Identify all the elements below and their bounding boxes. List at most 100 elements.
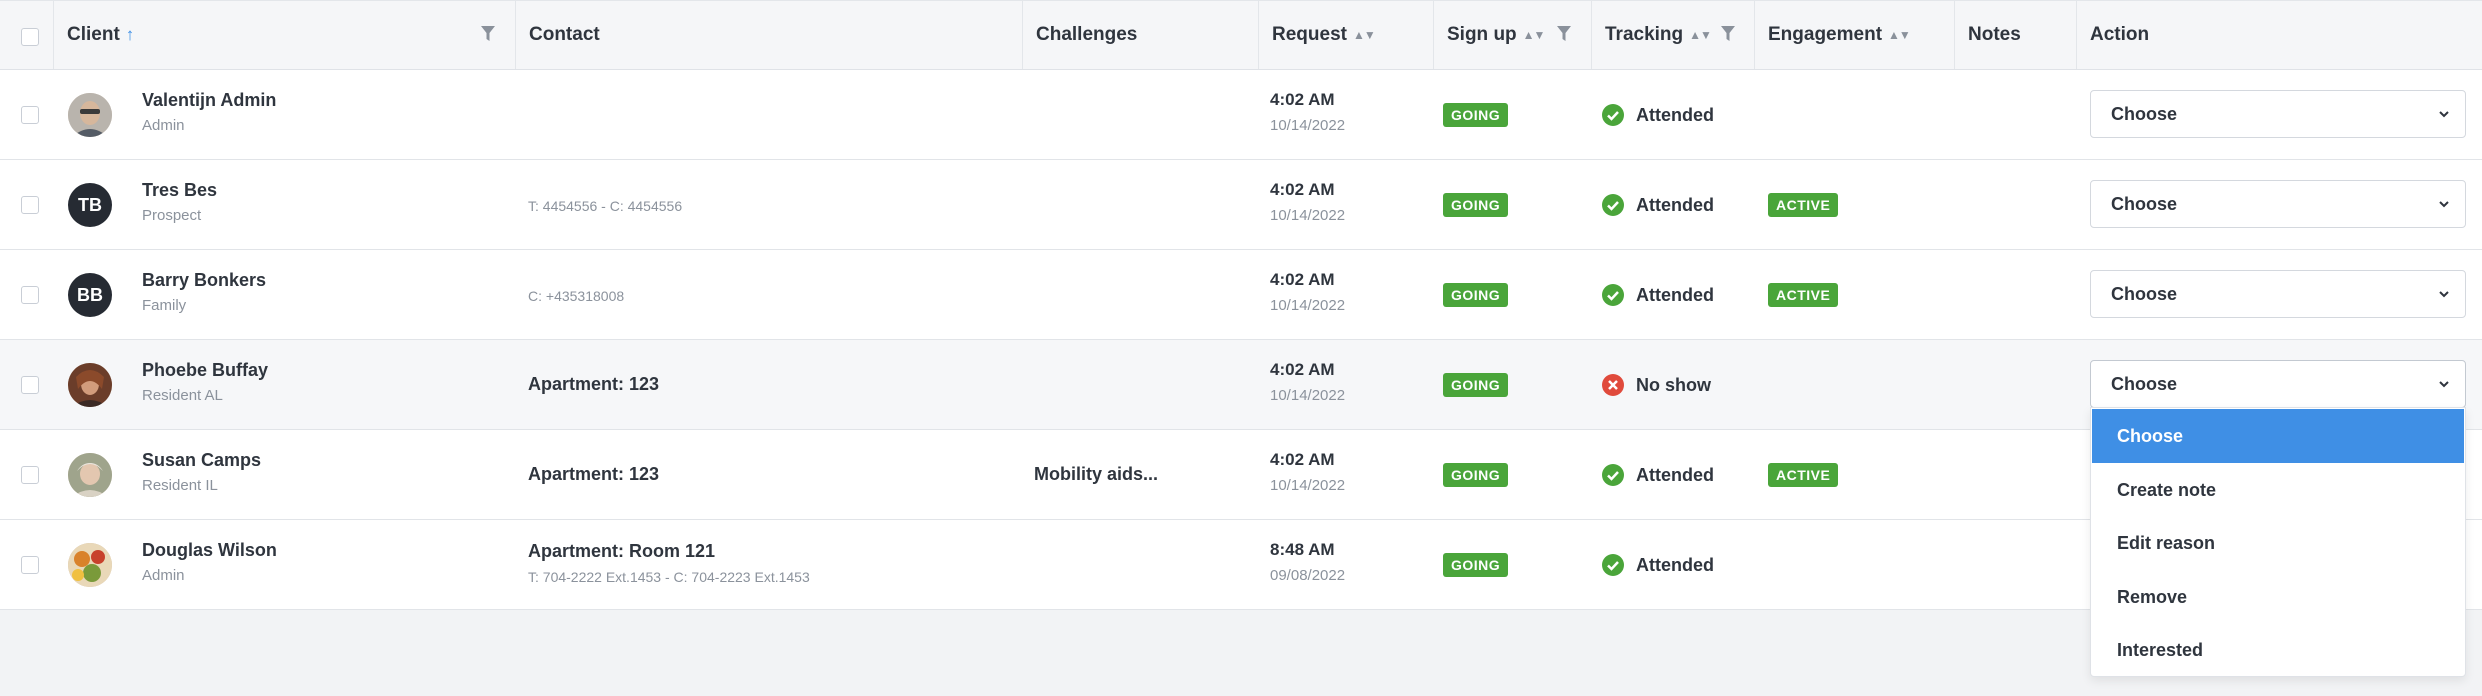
client-filter-icon[interactable]	[481, 26, 495, 42]
avatar	[68, 453, 112, 497]
tracking-status: Attended	[1636, 285, 1714, 305]
header-request-label: Request	[1272, 24, 1347, 45]
request-time: 4:02 AM	[1270, 90, 1335, 109]
action-select[interactable]: Choose	[2090, 270, 2466, 318]
header-notes: Notes	[1954, 1, 2076, 69]
signup-badge: GOING	[1443, 103, 1509, 127]
action-select-value: Choose	[2111, 194, 2178, 214]
avatar	[68, 363, 112, 407]
client-name[interactable]: Phoebe Buffay	[142, 360, 268, 381]
tracking-status: Attended	[1636, 105, 1714, 125]
chevron-down-icon	[2439, 201, 2449, 208]
action-select-value: Choose	[2111, 104, 2178, 124]
request-date: 10/14/2022	[1270, 477, 1346, 494]
header-challenges: Challenges	[1022, 1, 1258, 69]
client-role: Prospect	[142, 207, 202, 224]
signup-badge: GOING	[1443, 553, 1509, 577]
request-date: 10/14/2022	[1270, 387, 1346, 404]
contact-apartment: Apartment: Room 121	[528, 541, 716, 561]
action-select[interactable]: Choose	[2090, 90, 2466, 138]
signup-badge: GOING	[1443, 283, 1509, 307]
client-name[interactable]: Susan Camps	[142, 450, 261, 471]
action-dropdown-menu: Choose Create note Edit reason Remove In…	[2090, 407, 2466, 677]
contact-apartment: Apartment: 123	[528, 374, 660, 394]
contact-phone: C: +435318008	[528, 288, 625, 304]
x-circle-icon	[1602, 374, 1624, 396]
check-circle-icon	[1602, 554, 1624, 576]
chevron-down-icon	[2439, 291, 2449, 298]
challenges-text: Mobility aids...	[1034, 464, 1159, 484]
request-date: 10/14/2022	[1270, 117, 1346, 134]
check-circle-icon	[1602, 104, 1624, 126]
client-role: Admin	[142, 567, 185, 584]
client-name[interactable]: Valentijn Admin	[142, 90, 276, 111]
request-time: 4:02 AM	[1270, 270, 1335, 289]
sort-ascending-icon[interactable]: ↑	[126, 25, 134, 45]
header-contact-label: Contact	[529, 24, 600, 45]
sort-icon[interactable]: ▲▼	[1353, 28, 1376, 42]
client-role: Resident AL	[142, 387, 223, 404]
check-circle-icon	[1602, 464, 1624, 486]
client-name[interactable]: Barry Bonkers	[142, 270, 266, 291]
dropdown-option-choose[interactable]: Choose	[2092, 409, 2464, 463]
request-time: 8:48 AM	[1270, 540, 1335, 559]
action-select-value: Choose	[2111, 374, 2178, 394]
request-time: 4:02 AM	[1270, 360, 1335, 379]
row-checkbox[interactable]	[21, 556, 39, 574]
header-signup-label: Sign up	[1447, 24, 1517, 45]
avatar: BB	[68, 273, 112, 317]
select-all-checkbox[interactable]	[21, 28, 39, 46]
signup-filter-icon[interactable]	[1557, 26, 1571, 42]
header-action-label: Action	[2090, 24, 2150, 45]
avatar	[68, 93, 112, 137]
client-name[interactable]: Douglas Wilson	[142, 540, 277, 561]
row-checkbox[interactable]	[21, 376, 39, 394]
client-role: Resident IL	[142, 477, 218, 494]
table-header: Client ↑ Contact Challenges Request ▲▼ S…	[0, 0, 2482, 70]
header-tracking-label: Tracking	[1605, 24, 1684, 45]
engagement-badge: ACTIVE	[1768, 283, 1839, 307]
header-engagement[interactable]: Engagement ▲▼	[1754, 1, 1954, 69]
tracking-status: No show	[1636, 375, 1711, 395]
sort-icon[interactable]: ▲▼	[1523, 28, 1546, 42]
request-date: 09/08/2022	[1270, 567, 1346, 584]
request-date: 10/14/2022	[1270, 297, 1346, 314]
sort-icon[interactable]: ▲▼	[1689, 28, 1712, 42]
row-checkbox[interactable]	[21, 106, 39, 124]
table-row: Valentijn Admin Admin 4:02 AM 10/14/2022…	[0, 70, 2482, 160]
row-checkbox[interactable]	[21, 286, 39, 304]
chevron-down-icon	[2439, 111, 2449, 118]
action-select[interactable]: Choose	[2090, 360, 2466, 408]
check-circle-icon	[1602, 284, 1624, 306]
client-name[interactable]: Tres Bes	[142, 180, 217, 201]
tracking-status: Attended	[1636, 465, 1714, 485]
dropdown-option-edit-reason[interactable]: Edit reason	[2091, 516, 2465, 570]
engagement-badge: ACTIVE	[1768, 193, 1839, 217]
header-notes-label: Notes	[1968, 24, 2021, 45]
header-request[interactable]: Request ▲▼	[1258, 1, 1433, 69]
header-engagement-label: Engagement	[1768, 24, 1883, 45]
signup-badge: GOING	[1443, 193, 1509, 217]
request-time: 4:02 AM	[1270, 180, 1335, 199]
dropdown-option-remove[interactable]: Remove	[2091, 570, 2465, 624]
dropdown-option-create-note[interactable]: Create note	[2091, 463, 2465, 517]
tracking-filter-icon[interactable]	[1721, 26, 1735, 42]
header-action: Action	[2076, 1, 2482, 69]
avatar: TB	[68, 183, 112, 227]
table-row: BB Barry Bonkers Family C: +435318008 4:…	[0, 250, 2482, 340]
check-circle-icon	[1602, 194, 1624, 216]
sort-icon[interactable]: ▲▼	[1888, 28, 1911, 42]
table-row: TB Tres Bes Prospect T: 4454556 - C: 445…	[0, 160, 2482, 250]
row-checkbox[interactable]	[21, 196, 39, 214]
request-date: 10/14/2022	[1270, 207, 1346, 224]
header-challenges-label: Challenges	[1036, 24, 1138, 45]
dropdown-option-interested[interactable]: Interested	[2091, 623, 2465, 677]
contact-phone: T: 704-2222 Ext.1453 - C: 704-2223 Ext.1…	[528, 569, 810, 585]
header-client-label: Client	[67, 24, 120, 45]
row-checkbox[interactable]	[21, 466, 39, 484]
signup-badge: GOING	[1443, 373, 1509, 397]
contact-phone: T: 4454556 - C: 4454556	[528, 198, 683, 214]
client-role: Family	[142, 297, 187, 314]
header-client[interactable]: Client ↑	[53, 1, 515, 69]
action-select[interactable]: Choose	[2090, 180, 2466, 228]
